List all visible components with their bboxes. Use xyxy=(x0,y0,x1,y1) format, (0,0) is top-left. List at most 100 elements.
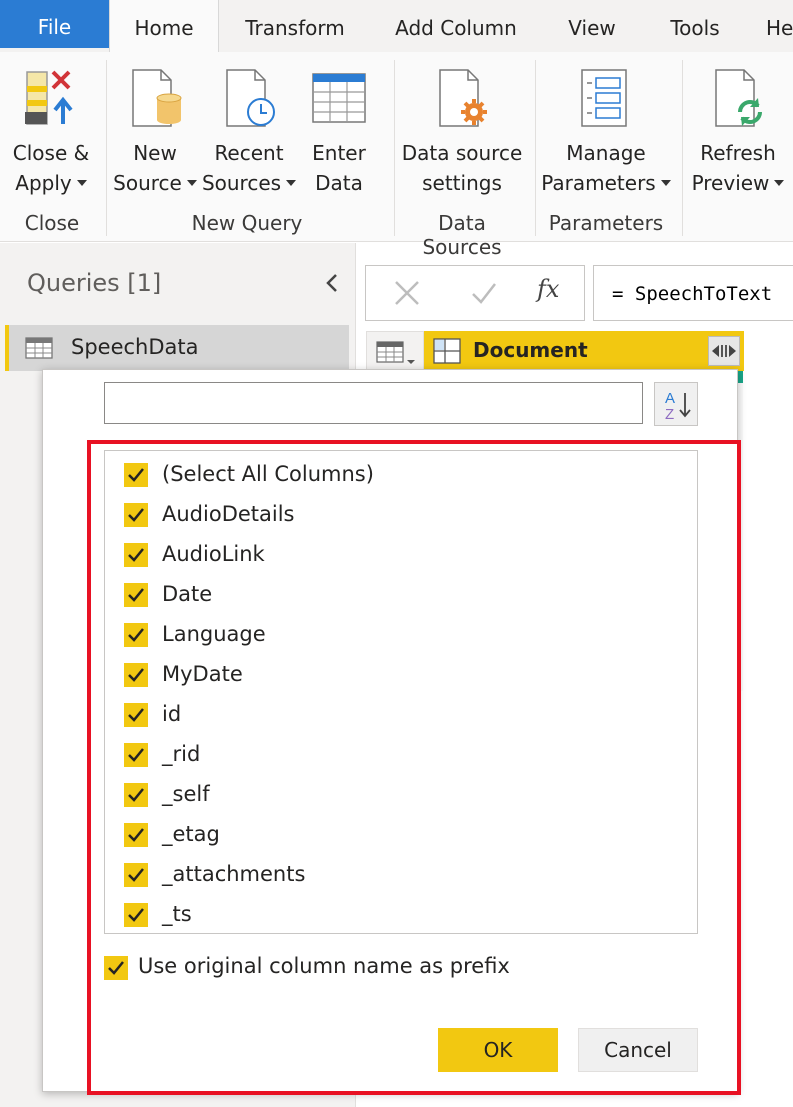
column-option-label: _attachments xyxy=(162,862,306,886)
tab-tools[interactable]: Tools xyxy=(661,0,729,52)
column-option-label: MyDate xyxy=(162,662,243,686)
manage-parameters-label-line1: Manage xyxy=(566,141,646,165)
fx-icon[interactable]: fx xyxy=(537,275,559,303)
checkbox-checked-icon[interactable] xyxy=(124,743,148,767)
tab-help[interactable]: Help xyxy=(766,0,793,52)
sort-az-icon: A Z xyxy=(665,390,691,423)
column-option[interactable]: Date xyxy=(105,575,697,615)
use-prefix-label: Use original column name as prefix xyxy=(138,954,510,978)
column-option[interactable]: _self xyxy=(105,775,697,815)
data-source-settings-icon xyxy=(439,69,487,127)
column-option-label: (Select All Columns) xyxy=(162,462,374,486)
query-item-speechdata[interactable]: SpeechData xyxy=(5,325,349,371)
column-option[interactable]: _rid xyxy=(105,735,697,775)
data-source-settings-label-line1: Data source xyxy=(401,141,523,165)
checkbox-checked-icon[interactable] xyxy=(124,583,148,607)
column-option-label: id xyxy=(162,702,182,726)
tab-add-column[interactable]: Add Column xyxy=(386,0,526,52)
refresh-preview-label-line1: Refresh xyxy=(700,141,776,165)
sort-az-button[interactable]: A Z xyxy=(654,382,698,426)
close-apply-icon xyxy=(25,70,73,125)
table-menu-button[interactable] xyxy=(366,331,424,371)
commit-formula-icon[interactable] xyxy=(470,280,498,306)
column-option-label: Language xyxy=(162,622,266,646)
refresh-preview-button[interactable]: Refresh Preview xyxy=(688,52,788,202)
queries-title: Queries [1] xyxy=(27,269,162,297)
checkbox-checked-icon[interactable] xyxy=(104,956,128,980)
checkbox-checked-icon[interactable] xyxy=(124,823,148,847)
group-label-data-sources: Data Sources xyxy=(422,211,502,259)
column-option-label: Date xyxy=(162,582,213,606)
expand-columns-popup: A Z (Select All Columns) AudioDetails Audi… xyxy=(42,369,738,1092)
checkbox-checked-icon[interactable] xyxy=(124,463,148,487)
checkbox-checked-icon[interactable] xyxy=(124,623,148,647)
column-option-label: AudioDetails xyxy=(162,502,295,526)
data-source-settings-label-line2: settings xyxy=(422,171,502,195)
ribbon-separator xyxy=(535,60,536,236)
data-source-settings-button[interactable]: Data source settings xyxy=(400,52,524,202)
use-prefix-option[interactable]: Use original column name as prefix xyxy=(104,953,604,985)
tab-transform[interactable]: Transform xyxy=(236,0,354,52)
chevron-down-icon xyxy=(774,179,785,186)
chevron-down-icon xyxy=(76,179,87,186)
new-source-icon xyxy=(132,69,182,127)
close-apply-label-line1: Close & xyxy=(12,141,90,165)
column-option[interactable]: (Select All Columns) xyxy=(105,455,697,495)
column-option[interactable]: _attachments xyxy=(105,855,697,895)
column-option[interactable]: MyDate xyxy=(105,655,697,695)
svg-text:A: A xyxy=(665,390,675,407)
column-option[interactable]: AudioDetails xyxy=(105,495,697,535)
collapse-pane-icon[interactable] xyxy=(322,271,342,295)
manage-parameters-button[interactable]: Manage Parameters xyxy=(540,52,672,202)
ribbon: Close & Apply Close New Source Recent So… xyxy=(0,52,793,259)
checkbox-checked-icon[interactable] xyxy=(124,903,148,927)
column-option[interactable]: id xyxy=(105,695,697,735)
checkbox-checked-icon[interactable] xyxy=(124,863,148,887)
ribbon-separator xyxy=(106,60,107,236)
close-apply-label-line2: Apply xyxy=(15,171,72,195)
ribbon-tab-bar: File Home Transform Add Column View Tool… xyxy=(0,0,793,54)
query-item-label: SpeechData xyxy=(71,335,199,359)
recent-sources-button[interactable]: Recent Sources xyxy=(200,52,298,202)
column-option[interactable]: _ts xyxy=(105,895,697,935)
checkbox-checked-icon[interactable] xyxy=(124,783,148,807)
formula-bar-controls: fx xyxy=(365,265,585,321)
expand-column-button[interactable] xyxy=(708,336,740,366)
tab-file[interactable]: File xyxy=(0,0,109,48)
recent-sources-icon xyxy=(226,69,275,127)
column-search-input[interactable] xyxy=(104,382,643,424)
manage-parameters-icon xyxy=(581,69,627,127)
checkbox-checked-icon[interactable] xyxy=(124,663,148,687)
tab-view[interactable]: View xyxy=(559,0,625,52)
column-option[interactable]: _etag xyxy=(105,815,697,855)
refresh-preview-label-line2: Preview xyxy=(691,171,770,195)
tab-home[interactable]: Home xyxy=(109,0,219,54)
svg-text:Z: Z xyxy=(665,406,674,423)
formula-input[interactable]: = SpeechToText xyxy=(593,265,793,321)
column-option[interactable]: AudioLink xyxy=(105,535,697,575)
new-source-label-line2: Source xyxy=(113,171,182,195)
column-option-label: _self xyxy=(162,782,210,806)
cancel-button[interactable]: Cancel xyxy=(578,1028,698,1072)
ribbon-separator xyxy=(394,60,395,236)
cancel-formula-icon[interactable] xyxy=(392,278,422,308)
table-icon xyxy=(312,73,366,123)
ok-button[interactable]: OK xyxy=(438,1028,558,1072)
new-source-label-line1: New xyxy=(133,141,177,165)
checkbox-checked-icon[interactable] xyxy=(124,703,148,727)
enter-data-label-line1: Enter xyxy=(312,141,366,165)
close-apply-button[interactable]: Close & Apply xyxy=(8,52,94,202)
column-quality-bar xyxy=(738,371,743,383)
column-checkbox-list[interactable]: (Select All Columns) AudioDetails AudioLin… xyxy=(104,450,698,934)
enter-data-button[interactable]: Enter Data xyxy=(300,52,378,202)
column-header-document[interactable]: Document xyxy=(424,331,744,371)
new-source-button[interactable]: New Source xyxy=(112,52,198,202)
group-label-close: Close xyxy=(24,211,80,235)
chevron-down-icon xyxy=(660,179,671,186)
column-option[interactable]: Language xyxy=(105,615,697,655)
checkbox-checked-icon[interactable] xyxy=(124,503,148,527)
recent-sources-label-line2: Sources xyxy=(201,171,282,195)
recent-sources-label-line1: Recent xyxy=(214,141,284,165)
column-header-label: Document xyxy=(473,338,588,362)
checkbox-checked-icon[interactable] xyxy=(124,543,148,567)
